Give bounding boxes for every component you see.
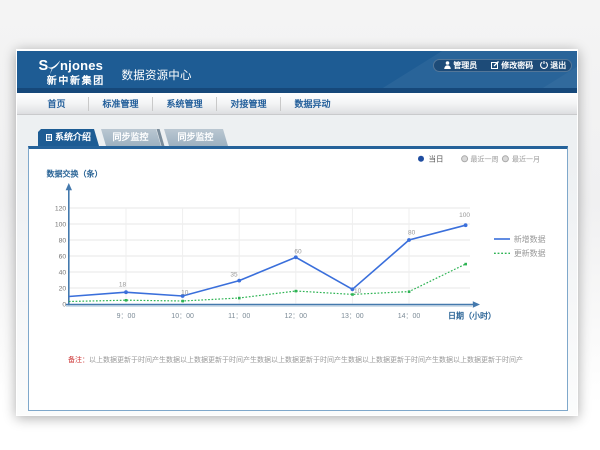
svg-text:100: 100 — [459, 212, 470, 219]
svg-text:10：00: 10：00 — [171, 313, 194, 320]
svg-text:120: 120 — [55, 206, 67, 213]
svg-text:最近一周: 最近一周 — [471, 155, 499, 164]
svg-text:12：00: 12：00 — [285, 313, 308, 320]
svg-text:更新数据: 更新数据 — [514, 248, 546, 258]
svg-text:S: S — [39, 58, 49, 74]
svg-text:新中新集团: 新中新集团 — [47, 74, 105, 86]
svg-text:40: 40 — [59, 270, 67, 277]
svg-text:11：00: 11：00 — [228, 313, 250, 320]
svg-text:0: 0 — [62, 302, 66, 309]
svg-text:14：00: 14：00 — [398, 313, 421, 320]
svg-text:最近一月: 最近一月 — [512, 155, 540, 164]
svg-text:18: 18 — [119, 282, 127, 289]
svg-text:10: 10 — [181, 290, 189, 297]
svg-text:60: 60 — [294, 249, 302, 256]
svg-text:当日: 当日 — [429, 154, 444, 164]
svg-text:9：00: 9：00 — [117, 313, 136, 320]
svg-text:60: 60 — [59, 254, 67, 261]
svg-text:80: 80 — [59, 238, 67, 245]
svg-text:13：00: 13：00 — [341, 313, 364, 320]
svg-text:100: 100 — [55, 222, 67, 229]
svg-text:80: 80 — [408, 230, 416, 237]
svg-text:njones: njones — [60, 58, 103, 73]
svg-text:20: 20 — [59, 286, 67, 293]
svg-text:新增数据: 新增数据 — [514, 234, 546, 244]
svg-text:数据交换（条）: 数据交换（条） — [47, 169, 103, 179]
svg-text:日期（小时）: 日期（小时） — [448, 311, 496, 321]
svg-text:10: 10 — [354, 288, 362, 295]
svg-text:35: 35 — [230, 272, 238, 279]
